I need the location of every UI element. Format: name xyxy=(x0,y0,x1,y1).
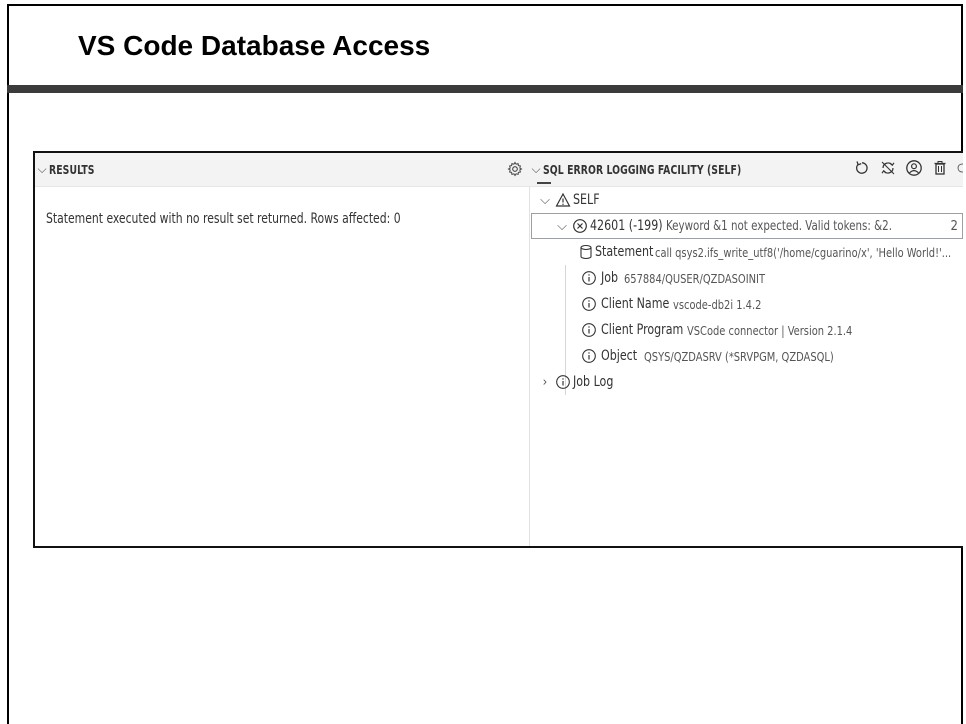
chevron-down-icon[interactable]: ⌵ xyxy=(35,162,49,177)
sql-error-header[interactable]: ⌵ SQL ERROR LOGGING FACILITY (SELF) xyxy=(529,153,963,187)
account-icon[interactable] xyxy=(905,159,923,177)
chevron-down-icon[interactable]: ⌵ xyxy=(529,162,543,177)
detail-client-name[interactable]: Client Name vscode-db2i 1.4.2 xyxy=(529,291,963,317)
more-actions-icon[interactable] xyxy=(957,159,963,177)
slide-title: VS Code Database Access xyxy=(78,30,431,61)
sql-error-header-label: SQL ERROR LOGGING FACILITY (SELF) xyxy=(543,162,742,177)
warning-icon xyxy=(553,192,573,208)
database-icon xyxy=(579,244,593,260)
chevron-down-icon[interactable]: ⌵ xyxy=(554,219,570,234)
results-header[interactable]: ⌵ RESULTS xyxy=(35,153,529,187)
gear-icon[interactable] xyxy=(507,161,523,177)
vscode-screenshot: ⌵ RESULTS Statement executed with no res… xyxy=(33,151,963,548)
results-message: Statement executed with no result set re… xyxy=(46,211,401,227)
trash-icon[interactable] xyxy=(931,159,949,177)
chevron-right-icon[interactable]: › xyxy=(537,375,553,390)
error-message: Keyword &1 not expected. Valid tokens: &… xyxy=(666,218,893,234)
detail-value: vscode-db2i 1.4.2 xyxy=(672,296,762,312)
info-icon xyxy=(579,270,599,286)
focus-underline xyxy=(537,182,551,184)
detail-client-program[interactable]: Client Program VSCode connector | Versio… xyxy=(529,317,963,343)
tree-item-label: SELF xyxy=(573,192,600,208)
error-tree: ⌵ SELF ⌵ 42601 (-199) Keyword &1 not exp… xyxy=(529,187,963,395)
title-divider xyxy=(7,85,963,93)
sql-error-panel: ⌵ SQL ERROR LOGGING FACILITY (SELF) ⌵ SE… xyxy=(529,153,963,546)
refresh-icon[interactable] xyxy=(853,159,871,177)
detail-label: Client Program xyxy=(601,322,684,338)
detail-value: VSCode connector | Version 2.1.4 xyxy=(686,322,852,338)
detail-label: Job xyxy=(601,270,619,286)
chevron-down-icon[interactable]: ⌵ xyxy=(537,193,553,208)
detail-value: call qsys2.ifs_write_utf8('/home/cguarin… xyxy=(655,244,952,260)
results-panel: ⌵ RESULTS Statement executed with no res… xyxy=(35,153,530,546)
detail-label: Client Name xyxy=(601,296,670,312)
tree-item-self[interactable]: ⌵ SELF xyxy=(529,187,963,213)
detail-statement[interactable]: Statement call qsys2.ifs_write_utf8('/ho… xyxy=(529,239,963,265)
error-code: 42601 (-199) xyxy=(590,218,663,234)
detail-label: Statement xyxy=(595,244,654,260)
info-icon xyxy=(553,374,573,390)
info-icon xyxy=(579,348,599,364)
detail-object[interactable]: Object QSYS/QZDASRV (*SRVPGM, QZDASQL) xyxy=(529,343,963,369)
error-icon xyxy=(570,218,590,234)
error-count: 2 xyxy=(950,218,958,234)
detail-value: 657884/QUSER/QZDASOINIT xyxy=(624,270,766,286)
detail-job[interactable]: Job 657884/QUSER/QZDASOINIT xyxy=(529,265,963,291)
detail-value: QSYS/QZDASRV (*SRVPGM, QZDASQL) xyxy=(644,348,834,364)
panel-actions xyxy=(853,159,963,177)
info-icon xyxy=(579,322,599,338)
sync-icon[interactable] xyxy=(879,159,897,177)
info-icon xyxy=(579,296,599,312)
tree-item-label: Job Log xyxy=(573,374,614,390)
results-header-label: RESULTS xyxy=(49,162,95,177)
tree-item-error[interactable]: ⌵ 42601 (-199) Keyword &1 not expected. … xyxy=(531,213,963,239)
tree-item-job-log[interactable]: › Job Log xyxy=(529,369,963,395)
detail-label: Object xyxy=(601,348,638,364)
